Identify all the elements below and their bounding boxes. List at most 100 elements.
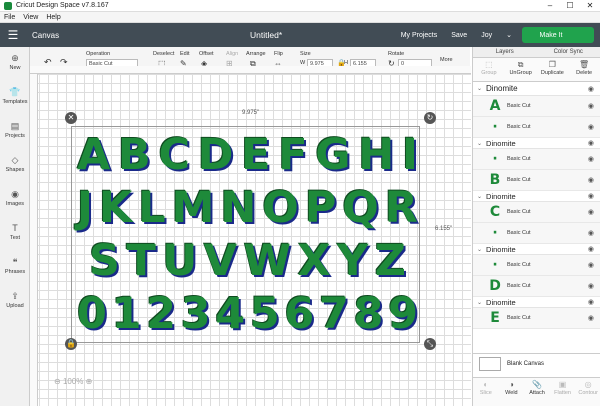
glyph-I[interactable]: I xyxy=(402,130,418,180)
eye-icon[interactable]: ◉ xyxy=(588,261,594,269)
layer-row[interactable]: E Basic Cut ◉ xyxy=(473,308,600,329)
layer-row[interactable]: · Basic Cut ◉ xyxy=(473,255,600,276)
duplicate-button[interactable]: ❐ Duplicate xyxy=(537,58,569,81)
save-button[interactable]: Save xyxy=(451,32,467,39)
sidebar-item-new[interactable]: ⊕ New xyxy=(0,53,30,71)
group-button[interactable]: ⬚ Group xyxy=(473,58,505,81)
eye-icon[interactable]: ◉ xyxy=(588,192,594,200)
more-menu[interactable]: More xyxy=(440,57,453,63)
sidebar-item-phrases[interactable]: ❝ Phrases xyxy=(0,257,30,275)
slice-button[interactable]: ◐ Slice xyxy=(473,378,499,406)
tab-layers[interactable]: Layers xyxy=(473,47,537,57)
design-canvas[interactable]: 9.975" 6.155" ABCDEFGHI JKLMNOPQR STUVWX… xyxy=(30,74,471,406)
glyph-C[interactable]: C xyxy=(158,130,190,180)
layer-row[interactable]: C Basic Cut ◉ xyxy=(473,202,600,223)
eye-icon[interactable]: ◉ xyxy=(588,123,594,131)
layer-row[interactable]: A Basic Cut ◉ xyxy=(473,96,600,117)
glyph-W[interactable]: W xyxy=(244,236,291,286)
layer-group[interactable]: ⌄ Dinomite ◉ xyxy=(473,297,600,308)
zoom-control[interactable]: ⊖ 100% ⊕ xyxy=(54,377,92,386)
glyph-X[interactable]: X xyxy=(297,236,330,286)
glyph-A[interactable]: A xyxy=(77,130,110,180)
layer-row[interactable]: B Basic Cut ◉ xyxy=(473,170,600,191)
glyph-L[interactable]: L xyxy=(138,183,165,233)
glyph-9[interactable]: 9 xyxy=(388,289,418,339)
lock-handle-icon[interactable]: 🔒 xyxy=(65,338,77,350)
glyph-5[interactable]: 5 xyxy=(250,289,280,339)
glyph-J[interactable]: J xyxy=(77,183,93,233)
sidebar-item-projects[interactable]: ▤ Projects xyxy=(0,121,30,139)
layer-row[interactable]: · Basic Cut ◉ xyxy=(473,223,600,244)
make-it-button[interactable]: Make It xyxy=(522,27,594,43)
glyph-2[interactable]: 2 xyxy=(146,289,176,339)
chevron-down-icon[interactable]: ⌄ xyxy=(506,31,512,39)
canvas-swatch[interactable] xyxy=(479,356,501,371)
layer-group[interactable]: ⌄ Dinomite ◉ xyxy=(473,138,600,149)
user-menu[interactable]: Joy xyxy=(481,32,492,39)
glyph-Z[interactable]: Z xyxy=(375,236,406,286)
glyph-E[interactable]: E xyxy=(241,130,270,180)
resize-handle-icon[interactable]: ⤡ xyxy=(424,338,436,350)
delete-button[interactable]: 🗑 Delete xyxy=(568,58,600,81)
chevron-down-icon[interactable]: ⌄ xyxy=(477,299,482,306)
menu-icon[interactable]: ☰ xyxy=(0,28,26,42)
glyph-T[interactable]: T xyxy=(126,236,155,286)
chevron-down-icon[interactable]: ⌄ xyxy=(477,246,482,253)
glyph-U[interactable]: U xyxy=(162,236,197,286)
alphabet-design[interactable]: ABCDEFGHI JKLMNOPQR STUVWXYZ 0123456789 xyxy=(75,128,420,340)
glyph-D[interactable]: D xyxy=(198,130,234,180)
glyph-S[interactable]: S xyxy=(89,236,120,286)
flatten-button[interactable]: ▣ Flatten xyxy=(550,378,576,406)
glyph-M[interactable]: M xyxy=(172,183,215,233)
glyph-O[interactable]: O xyxy=(262,183,299,233)
sidebar-item-shapes[interactable]: ◇ Shapes xyxy=(0,155,30,173)
chevron-down-icon[interactable]: ⌄ xyxy=(477,140,482,147)
eye-icon[interactable]: ◉ xyxy=(588,314,594,322)
glyph-B[interactable]: B xyxy=(118,130,151,180)
glyph-P[interactable]: P xyxy=(305,183,337,233)
glyph-N[interactable]: N xyxy=(220,183,256,233)
tab-color-sync[interactable]: Color Sync xyxy=(537,47,600,57)
delete-handle-icon[interactable]: ✕ xyxy=(65,112,77,124)
menu-file[interactable]: File xyxy=(4,14,15,21)
eye-icon[interactable]: ◉ xyxy=(588,155,594,163)
zoom-out-icon[interactable]: ⊖ xyxy=(54,377,63,386)
eye-icon[interactable]: ◉ xyxy=(588,176,594,184)
my-projects-link[interactable]: My Projects xyxy=(401,32,438,39)
rotate-handle-icon[interactable]: ↻ xyxy=(424,112,436,124)
glyph-H[interactable]: H xyxy=(358,130,394,180)
eye-icon[interactable]: ◉ xyxy=(588,139,594,147)
eye-icon[interactable]: ◉ xyxy=(588,208,594,216)
blank-canvas-row[interactable]: Blank Canvas xyxy=(473,353,600,373)
eye-icon[interactable]: ◉ xyxy=(588,102,594,110)
menu-help[interactable]: Help xyxy=(46,14,60,21)
sidebar-item-text[interactable]: T Text xyxy=(0,223,30,241)
zoom-in-icon[interactable]: ⊕ xyxy=(83,377,93,386)
glyph-G[interactable]: G xyxy=(315,130,350,180)
layer-row[interactable]: · Basic Cut ◉ xyxy=(473,149,600,170)
layer-row[interactable]: D Basic Cut ◉ xyxy=(473,276,600,297)
glyph-0[interactable]: 0 xyxy=(77,289,107,339)
glyph-R[interactable]: R xyxy=(385,183,418,233)
chevron-down-icon[interactable]: ⌄ xyxy=(477,85,482,92)
layer-group[interactable]: ⌄ Dinomite ◉ xyxy=(473,82,600,96)
chevron-down-icon[interactable]: ⌄ xyxy=(477,193,482,200)
glyph-1[interactable]: 1 xyxy=(112,289,142,339)
glyph-8[interactable]: 8 xyxy=(354,289,384,339)
glyph-F[interactable]: F xyxy=(278,130,307,180)
ungroup-button[interactable]: ⧉ UnGroup xyxy=(505,58,537,81)
glyph-6[interactable]: 6 xyxy=(284,289,314,339)
glyph-4[interactable]: 4 xyxy=(215,289,245,339)
weld-button[interactable]: ◑ Weld xyxy=(499,378,525,406)
sidebar-item-images[interactable]: ◉ Images xyxy=(0,189,30,207)
glyph-3[interactable]: 3 xyxy=(181,289,211,339)
eye-icon[interactable]: ◉ xyxy=(588,229,594,237)
layer-row[interactable]: · Basic Cut ◉ xyxy=(473,117,600,138)
minimize-button[interactable]: – xyxy=(540,0,560,12)
menu-view[interactable]: View xyxy=(23,14,38,21)
sidebar-item-templates[interactable]: 👕 Templates xyxy=(0,87,30,105)
attach-button[interactable]: 📎 Attach xyxy=(524,378,550,406)
sidebar-item-upload[interactable]: ⇪ Upload xyxy=(0,291,30,309)
glyph-V[interactable]: V xyxy=(204,236,237,286)
eye-icon[interactable]: ◉ xyxy=(588,245,594,253)
